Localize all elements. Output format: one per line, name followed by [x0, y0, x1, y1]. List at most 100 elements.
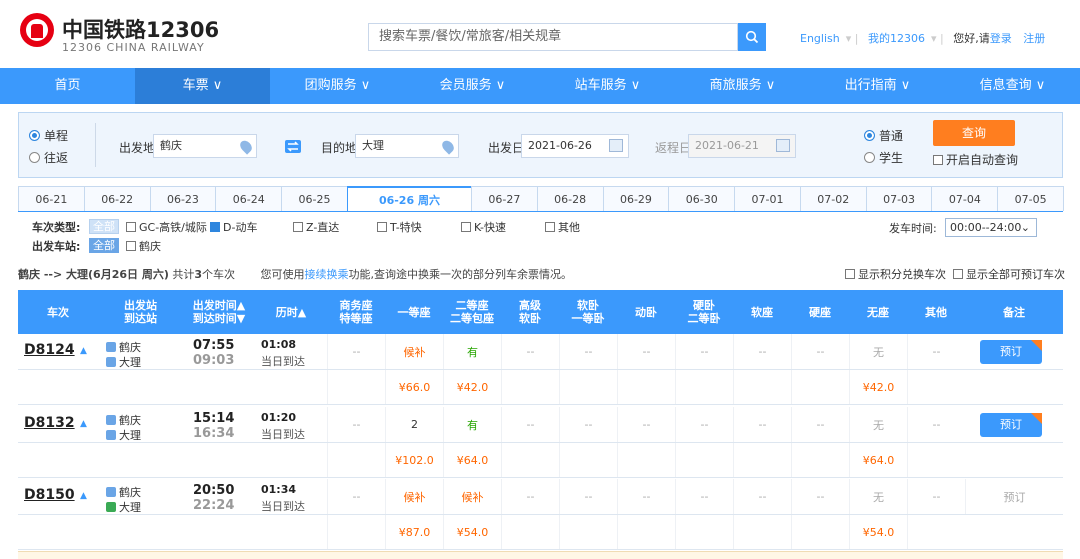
filter-gc[interactable]: GC-高铁/城际 [126, 219, 207, 235]
greeting-text: 您好,请 [953, 32, 990, 45]
date-tab[interactable]: 06-22 [83, 186, 151, 211]
show-all-option[interactable]: 显示全部可预订车次 [951, 266, 1065, 282]
trip-oneway[interactable]: 单程 [29, 127, 68, 144]
book-button[interactable]: 预订 [980, 340, 1042, 364]
date-tab[interactable]: 07-05 [997, 186, 1065, 211]
filter-gc-label: GC-高铁/城际 [139, 221, 207, 234]
price-cell [733, 515, 791, 549]
search-icon [745, 30, 759, 44]
calendar-icon[interactable] [609, 139, 623, 152]
depart-time-select[interactable]: 00:00--24:00 ⌄ [945, 218, 1037, 237]
filter-station-label: 鹤庆 [139, 240, 161, 253]
seat-availability[interactable]: 有 [443, 334, 501, 369]
seat-availability[interactable]: 候补 [385, 479, 443, 514]
price-cell [559, 370, 617, 404]
to-station[interactable]: 大理 [106, 354, 141, 370]
trip-round[interactable]: 往返 [29, 149, 68, 166]
table-row: D8124 ▲ 鹤庆 大理 07:55 09:03 01:08 当日到达 -- 候补有 -- -- --… [18, 334, 1063, 370]
station-all-tag[interactable]: 全部 [89, 238, 119, 253]
date-tab[interactable]: 06-27 [470, 186, 538, 211]
price-first: ¥87.0 [385, 515, 443, 549]
filter-z[interactable]: Z-直达 [293, 219, 339, 235]
transfer-link[interactable]: 接续换乘 [305, 268, 349, 281]
search-button[interactable] [738, 23, 766, 51]
expand-icon[interactable]: ▲ [80, 491, 87, 501]
calendar-icon[interactable] [776, 139, 790, 152]
date-tab[interactable]: 06-25 [281, 186, 348, 211]
train-number[interactable]: D8132 [24, 415, 75, 431]
date-tab[interactable]: 06-29 [602, 186, 670, 211]
filter-station[interactable]: 鹤庆 [126, 238, 161, 254]
nav-tickets[interactable]: 车票 ∨ [135, 68, 270, 104]
filter-other-label: 其他 [558, 221, 580, 234]
station-label: 出发车站: [32, 240, 81, 253]
seat-availability[interactable]: 候补 [385, 334, 443, 369]
expand-icon[interactable]: ▲ [80, 419, 87, 429]
col-hard-seat: 硬座 [809, 305, 831, 319]
nav-station[interactable]: 站车服务 ∨ [540, 68, 675, 104]
from-station[interactable]: 鹤庆 [106, 339, 141, 355]
nav-group[interactable]: 团购服务 ∨ [270, 68, 405, 104]
seat-availability: -- [617, 479, 675, 514]
to-station[interactable]: 大理 [106, 499, 141, 515]
register-link[interactable]: 注册 [1023, 32, 1045, 45]
logo-title[interactable]: 中国铁路12306 [62, 14, 219, 44]
filter-z-label: Z-直达 [306, 221, 340, 234]
col-stations[interactable]: 出发站 到达站 [98, 290, 183, 334]
nav-member[interactable]: 会员服务 ∨ [405, 68, 540, 104]
nav-guide[interactable]: 出行指南 ∨ [810, 68, 945, 104]
seat-availability: -- [559, 407, 617, 442]
show-points-option[interactable]: 显示积分兑换车次 [845, 266, 946, 282]
query-button[interactable]: 查询 [933, 120, 1015, 146]
login-link[interactable]: 登录 [990, 32, 1012, 45]
col-times[interactable]: 出发时间▲ 到达时间▼ [183, 290, 255, 334]
to-station[interactable]: 大理 [106, 427, 141, 443]
seat-availability[interactable]: 有 [443, 407, 501, 442]
filter-t[interactable]: T-特快 [377, 219, 422, 235]
date-tab[interactable]: 06-23 [149, 186, 217, 211]
filter-d[interactable]: D-动车 [210, 219, 257, 235]
nav-business[interactable]: 商旅服务 ∨ [675, 68, 810, 104]
date-tab[interactable]: 07-02 [799, 186, 867, 211]
date-tab[interactable]: 07-03 [865, 186, 933, 211]
destination-badge-icon [106, 357, 116, 367]
nav-home[interactable]: 首页 [0, 68, 135, 104]
filter-k[interactable]: K-快速 [461, 219, 506, 235]
type-all-tag[interactable]: 全部 [89, 219, 119, 234]
checkbox-icon [126, 222, 136, 232]
price-no-seat: ¥42.0 [849, 370, 907, 404]
checkbox-icon [953, 269, 963, 279]
seat-availability: -- [733, 334, 791, 369]
date-tab[interactable]: 07-01 [734, 186, 801, 211]
station-all-label: 全部 [89, 238, 119, 253]
seat-availability[interactable]: 2 [385, 407, 443, 442]
date-tab[interactable]: 06-28 [536, 186, 604, 211]
date-tab-selected[interactable]: 06-26 周六 [346, 186, 472, 211]
col-duration[interactable]: 历时▲ [255, 290, 327, 334]
train-number[interactable]: D8150 [24, 487, 75, 503]
depart-time: 20:50 [193, 483, 235, 498]
col-deluxe-sleeper: 高级 软卧 [519, 299, 541, 325]
filter-other[interactable]: 其他 [545, 219, 580, 235]
auto-query-toggle[interactable]: 开启自动查询 [933, 151, 1018, 168]
price-row: ¥102.0 ¥64.0 ¥64.0 [18, 443, 1063, 478]
date-tab[interactable]: 06-21 [18, 186, 85, 211]
date-tab[interactable]: 06-30 [668, 186, 736, 211]
from-station[interactable]: 鹤庆 [106, 484, 141, 500]
my12306-link[interactable]: 我的12306 [868, 32, 925, 45]
nav-info[interactable]: 信息查询 ∨ [945, 68, 1080, 104]
english-link[interactable]: English [800, 32, 840, 45]
trip-round-label: 往返 [44, 151, 69, 165]
search-input[interactable]: 搜索车票/餐饮/常旅客/相关规章 [368, 23, 738, 51]
from-station[interactable]: 鹤庆 [106, 412, 141, 428]
date-tab[interactable]: 06-24 [215, 186, 283, 211]
swap-icon[interactable] [285, 140, 301, 153]
seat-availability[interactable]: 候补 [443, 479, 501, 514]
expand-icon[interactable]: ▲ [80, 346, 87, 356]
book-button[interactable]: 预订 [980, 413, 1042, 437]
train-number[interactable]: D8124 [24, 342, 75, 358]
passenger-normal[interactable]: 普通 [864, 127, 903, 144]
date-tab[interactable]: 07-04 [931, 186, 999, 211]
passenger-student[interactable]: 学生 [864, 149, 903, 166]
railway-logo-icon[interactable] [20, 13, 54, 47]
